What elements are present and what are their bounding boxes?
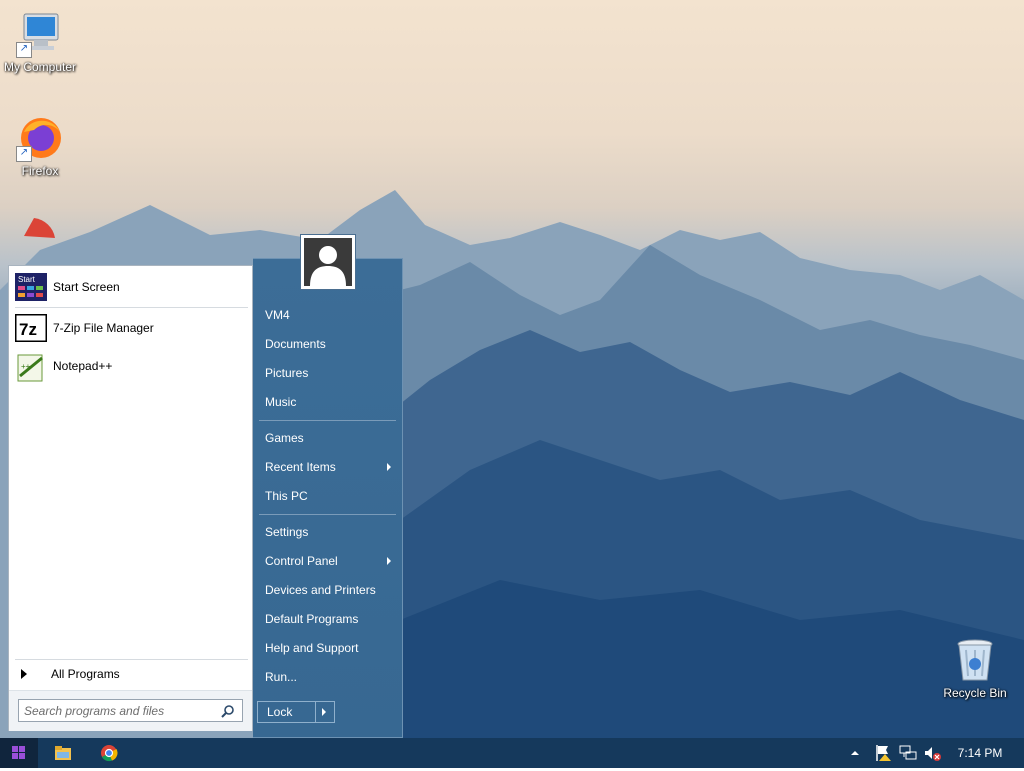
taskbar-clock[interactable]: 7:14 PM xyxy=(948,738,1012,768)
desktop-icon-my-computer[interactable]: ↗ My Computer xyxy=(0,10,80,74)
all-programs-button[interactable]: All Programs xyxy=(17,664,120,684)
user-avatar[interactable] xyxy=(300,234,356,290)
user-silhouette-icon xyxy=(304,238,352,286)
7zip-icon: 7z xyxy=(14,313,48,343)
submenu-arrow-icon xyxy=(387,557,391,565)
separator xyxy=(259,420,396,421)
tray-expand-icon[interactable] xyxy=(850,748,860,758)
place-music[interactable]: Music xyxy=(259,389,397,415)
pinned-start-screen[interactable]: Start Start Screen xyxy=(13,270,249,304)
chrome-icon xyxy=(16,216,64,264)
desktop-icon-recycle-bin[interactable]: Recycle Bin xyxy=(935,636,1015,700)
place-label: Recent Items xyxy=(265,460,336,474)
separator xyxy=(15,307,248,308)
action-center-flag-icon[interactable] xyxy=(874,743,894,763)
all-programs-label: All Programs xyxy=(51,667,120,681)
place-label: Devices and Printers xyxy=(265,583,376,597)
place-help-and-support[interactable]: Help and Support xyxy=(259,635,397,661)
place-label: Default Programs xyxy=(265,612,359,626)
volume-muted-icon[interactable] xyxy=(922,743,942,763)
place-label: Pictures xyxy=(265,366,309,380)
start-screen-icon: Start xyxy=(15,273,47,301)
place-documents[interactable]: Documents xyxy=(259,331,397,357)
desktop-icon-firefox[interactable]: ↗ Firefox xyxy=(0,114,80,178)
place-label: Settings xyxy=(265,525,309,539)
start-button[interactable] xyxy=(0,738,38,768)
pinned-label: 7-Zip File Manager xyxy=(53,321,154,335)
search-icon[interactable] xyxy=(221,704,235,718)
chrome-taskbar-icon[interactable] xyxy=(99,743,119,763)
place-recent-items[interactable]: Recent Items xyxy=(259,454,397,480)
network-icon[interactable] xyxy=(898,743,918,763)
pinned-7zip-file-manager[interactable]: 7z 7-Zip File Manager xyxy=(13,311,249,345)
firefox-icon: ↗ xyxy=(16,114,64,162)
computer-icon: ↗ xyxy=(16,10,64,58)
windows-logo-icon xyxy=(12,746,25,759)
start-menu-programs-pane: Start Start Screen 7z 7-Zip File Manager xyxy=(8,265,253,731)
svg-text:7z: 7z xyxy=(19,320,37,339)
place-default-programs[interactable]: Default Programs xyxy=(259,606,397,632)
place-control-panel[interactable]: Control Panel xyxy=(259,548,397,574)
shortcut-arrow-icon: ↗ xyxy=(16,146,32,162)
separator xyxy=(259,514,396,515)
start-menu-places-pane: VM4 Documents Pictures Music Games Recen… xyxy=(253,258,403,738)
power-options-arrow-button[interactable] xyxy=(315,702,334,722)
place-label: Control Panel xyxy=(265,554,338,568)
recycle-bin-icon xyxy=(951,636,999,684)
place-devices-and-printers[interactable]: Devices and Printers xyxy=(259,577,397,603)
submenu-arrow-icon xyxy=(387,463,391,471)
pinned-label: Start Screen xyxy=(53,280,120,294)
desktop-icon-label: Recycle Bin xyxy=(943,686,1007,700)
expand-arrow-icon xyxy=(21,669,27,679)
search-input[interactable] xyxy=(18,699,243,722)
svg-text:++: ++ xyxy=(21,362,31,371)
place-label: Run... xyxy=(265,670,298,684)
separator xyxy=(15,659,248,660)
place-settings[interactable]: Settings xyxy=(259,519,397,545)
desktop-icon-chrome[interactable] xyxy=(0,216,80,264)
place-label: Documents xyxy=(265,337,326,351)
desktop-icon-label: My Computer xyxy=(3,60,77,74)
pinned-notepadpp[interactable]: ++ Notepad++ xyxy=(13,349,249,383)
place-label: Help and Support xyxy=(265,641,359,655)
place-label: VM4 xyxy=(265,308,290,322)
place-this-pc[interactable]: This PC xyxy=(259,483,397,509)
place-run[interactable]: Run... xyxy=(259,664,397,690)
taskbar: 7:14 PM xyxy=(0,738,1024,768)
place-pictures[interactable]: Pictures xyxy=(259,360,397,386)
place-user-folder[interactable]: VM4 xyxy=(259,302,397,328)
lock-button: Lock xyxy=(257,701,335,723)
svg-text:Start: Start xyxy=(18,275,36,284)
pinned-label: Notepad++ xyxy=(53,359,113,373)
shortcut-arrow-icon: ↗ xyxy=(16,42,32,58)
desktop-icon-label: Firefox xyxy=(21,164,59,178)
lock-main-button[interactable]: Lock xyxy=(258,702,315,722)
place-label: Music xyxy=(265,395,297,409)
notepadpp-icon: ++ xyxy=(15,352,47,382)
place-label: Games xyxy=(265,431,304,445)
place-label: This PC xyxy=(265,489,308,503)
place-games[interactable]: Games xyxy=(259,425,397,451)
file-explorer-icon[interactable] xyxy=(53,743,73,763)
